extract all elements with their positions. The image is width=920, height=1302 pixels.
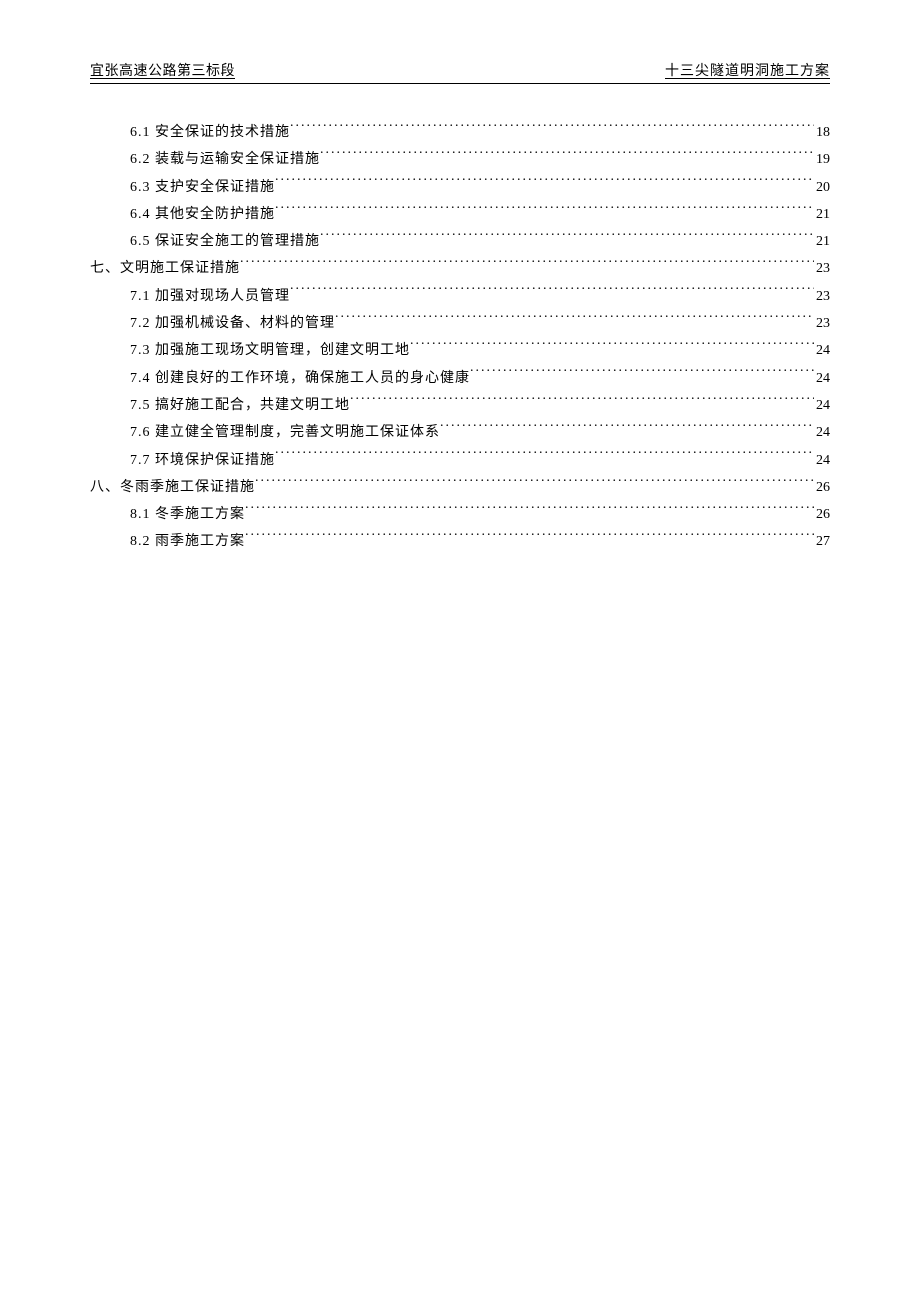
toc-entry: 7.2 加强机械设备、材料的管理 23 (90, 310, 830, 337)
toc-entry-page: 27 (814, 528, 830, 555)
toc-entry-page: 23 (814, 255, 830, 282)
toc-entry: 6.4 其他安全防护措施 21 (90, 201, 830, 228)
toc-leader-dots (245, 504, 814, 518)
toc-entry-label: 7.4 创建良好的工作环境，确保施工人员的身心健康 (130, 365, 470, 392)
toc-leader-dots (275, 204, 814, 218)
toc-entry: 七、文明施工保证措施 23 (90, 255, 830, 282)
toc-leader-dots (290, 286, 814, 300)
header-left-title: 宜张高速公路第三标段 (90, 60, 235, 80)
toc-entry: 6.5 保证安全施工的管理措施 21 (90, 228, 830, 255)
toc-entry-page: 21 (814, 201, 830, 228)
toc-leader-dots (470, 368, 814, 382)
toc-entry-page: 24 (814, 337, 830, 364)
toc-entry-page: 24 (814, 419, 830, 446)
toc-leader-dots (240, 258, 814, 272)
toc-entry-label: 8.1 冬季施工方案 (130, 501, 245, 528)
toc-leader-dots (410, 340, 814, 354)
toc-entry-label: 7.2 加强机械设备、材料的管理 (130, 310, 335, 337)
toc-entry: 6.1 安全保证的技术措施 18 (90, 119, 830, 146)
toc-entry-page: 24 (814, 447, 830, 474)
toc-entry-label: 6.5 保证安全施工的管理措施 (130, 228, 320, 255)
page-header: 宜张高速公路第三标段 十三尖隧道明洞施工方案 (90, 60, 830, 84)
toc-entry-label: 7.3 加强施工现场文明管理，创建文明工地 (130, 337, 410, 364)
toc-entry-label: 七、文明施工保证措施 (90, 255, 240, 282)
toc-entry-label: 八、冬雨季施工保证措施 (90, 474, 255, 501)
toc-entry: 8.2 雨季施工方案 27 (90, 528, 830, 555)
toc-entry: 7.4 创建良好的工作环境，确保施工人员的身心健康 24 (90, 365, 830, 392)
toc-entry: 8.1 冬季施工方案 26 (90, 501, 830, 528)
toc-entry-page: 23 (814, 310, 830, 337)
header-right-title: 十三尖隧道明洞施工方案 (665, 60, 830, 80)
toc-leader-dots (275, 177, 814, 191)
toc-entry-page: 20 (814, 174, 830, 201)
toc-leader-dots (245, 531, 814, 545)
toc-leader-dots (350, 395, 814, 409)
toc-leader-dots (440, 422, 814, 436)
toc-entry: 八、冬雨季施工保证措施 26 (90, 474, 830, 501)
toc-leader-dots (335, 313, 814, 327)
toc-entry-label: 6.2 装载与运输安全保证措施 (130, 146, 320, 173)
toc-entry-label: 7.5 搞好施工配合，共建文明工地 (130, 392, 350, 419)
toc-entry: 7.7 环境保护保证措施 24 (90, 447, 830, 474)
toc-entry-label: 8.2 雨季施工方案 (130, 528, 245, 555)
toc-leader-dots (290, 122, 814, 136)
toc-entry-page: 18 (814, 119, 830, 146)
toc-entry-label: 6.3 支护安全保证措施 (130, 174, 275, 201)
toc-leader-dots (255, 477, 814, 491)
toc-entry: 7.1 加强对现场人员管理 23 (90, 283, 830, 310)
toc-entry-label: 6.1 安全保证的技术措施 (130, 119, 290, 146)
toc-entry-label: 7.6 建立健全管理制度，完善文明施工保证体系 (130, 419, 440, 446)
toc-entry-page: 19 (814, 146, 830, 173)
toc-entry-label: 7.1 加强对现场人员管理 (130, 283, 290, 310)
toc-entry-page: 21 (814, 228, 830, 255)
toc-leader-dots (320, 231, 814, 245)
toc-entry: 7.3 加强施工现场文明管理，创建文明工地 24 (90, 337, 830, 364)
toc-entry-page: 26 (814, 501, 830, 528)
toc-entry: 7.5 搞好施工配合，共建文明工地 24 (90, 392, 830, 419)
toc-entry-page: 23 (814, 283, 830, 310)
toc-entry-label: 7.7 环境保护保证措施 (130, 447, 275, 474)
toc-entry: 6.3 支护安全保证措施 20 (90, 174, 830, 201)
toc-entry-label: 6.4 其他安全防护措施 (130, 201, 275, 228)
toc-leader-dots (320, 149, 814, 163)
toc-leader-dots (275, 450, 814, 464)
toc-entry-page: 26 (814, 474, 830, 501)
toc-entry: 7.6 建立健全管理制度，完善文明施工保证体系 24 (90, 419, 830, 446)
toc-entry-page: 24 (814, 392, 830, 419)
toc-entry: 6.2 装载与运输安全保证措施 19 (90, 146, 830, 173)
table-of-contents: 6.1 安全保证的技术措施186.2 装载与运输安全保证措施196.3 支护安全… (90, 119, 830, 556)
toc-entry-page: 24 (814, 365, 830, 392)
